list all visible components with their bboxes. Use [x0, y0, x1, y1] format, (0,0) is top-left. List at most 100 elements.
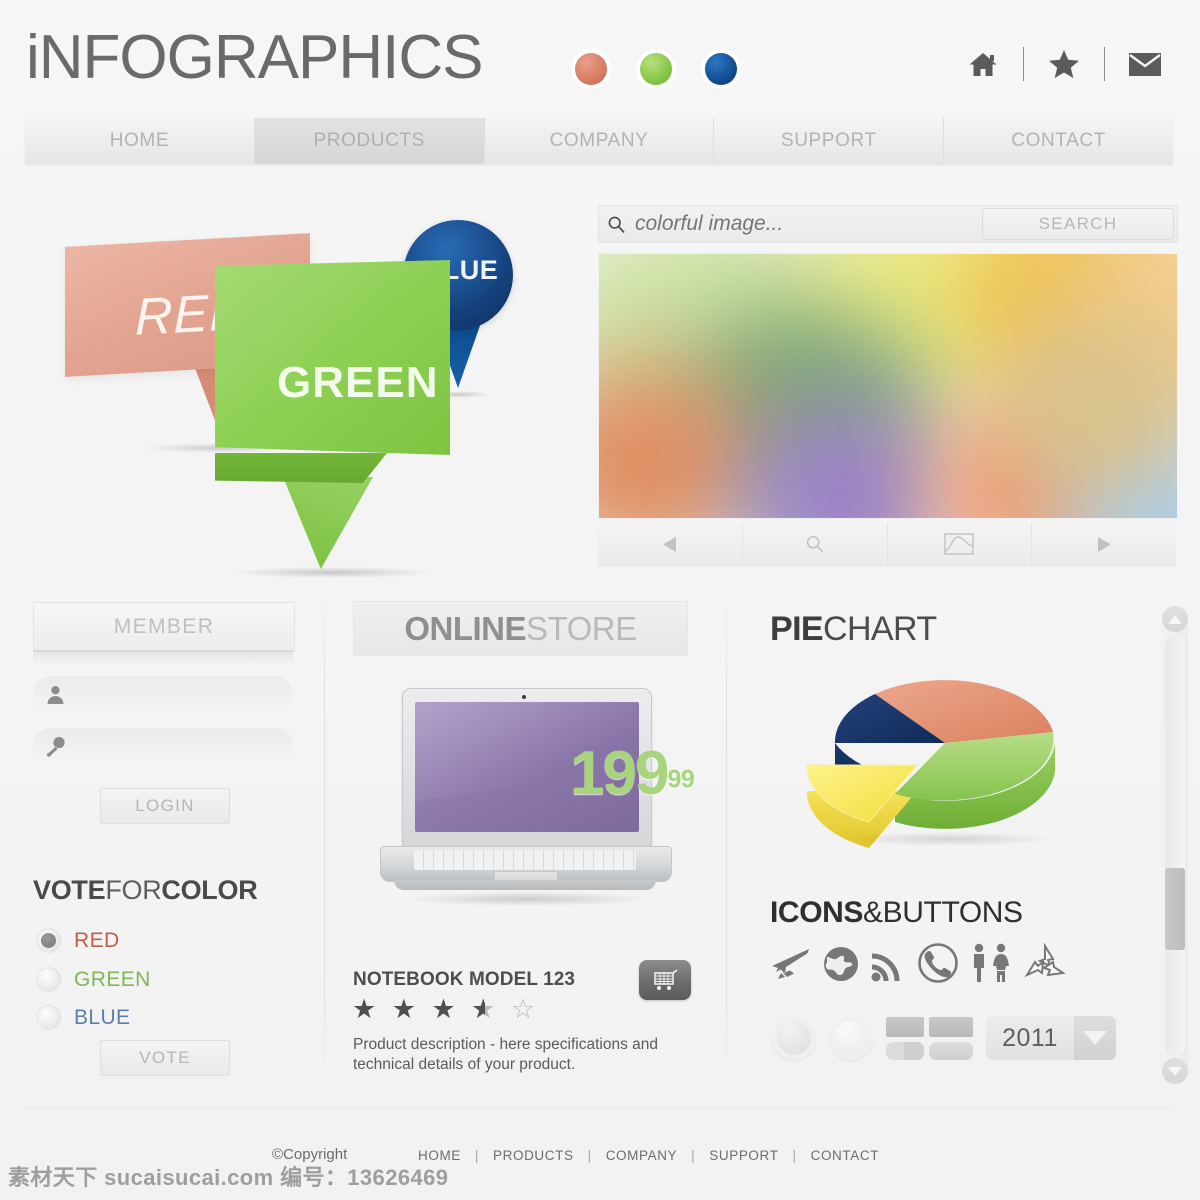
pie-chart-shadow: [845, 832, 1055, 846]
circle-button-1[interactable]: [772, 1016, 816, 1060]
footer-link-support[interactable]: SUPPORT: [709, 1148, 778, 1163]
password-field[interactable]: [33, 728, 293, 764]
footer-sep-2: |: [587, 1148, 592, 1163]
vote-title-part3: COLOR: [161, 875, 258, 905]
slider-controls: [598, 523, 1176, 566]
vote-button[interactable]: VOTE: [100, 1040, 230, 1076]
scroll-up-arrow[interactable]: [1162, 606, 1188, 632]
grid-button-group: [886, 1016, 973, 1060]
username-input[interactable]: [77, 684, 293, 704]
icons-title-regular: BUTTONS: [882, 896, 1023, 929]
page-root: iNFOGRAPHICS HOME PRODUCTS COMPANY SUPPO…: [0, 0, 1200, 1200]
price-cents: 99: [667, 765, 695, 794]
scrollbar-track[interactable]: [1165, 634, 1185, 1056]
slider-next-button[interactable]: [1032, 523, 1176, 565]
home-icon[interactable]: [960, 44, 1006, 84]
footer-link-company[interactable]: COMPANY: [606, 1148, 677, 1163]
icons-section-title: ICONS&BUTTONS: [770, 896, 1023, 930]
radio-red[interactable]: [36, 928, 61, 953]
site-header: iNFOGRAPHICS: [0, 0, 1200, 110]
globe-icon[interactable]: [821, 945, 861, 988]
vertical-scrollbar[interactable]: [1162, 606, 1188, 1084]
search-icon: [599, 216, 633, 233]
hero-section: RED BLUE GREEN SEARCH: [0, 175, 1200, 585]
main-nav: HOME PRODUCTS COMPANY SUPPORT CONTACT: [25, 118, 1173, 164]
vote-option-red[interactable]: RED: [36, 928, 120, 953]
half-star-icon: ★: [471, 995, 499, 1023]
search-bar: SEARCH: [598, 205, 1178, 243]
password-input[interactable]: [77, 736, 293, 756]
vote-title-part2: FOR: [105, 875, 162, 905]
footer-sep-1: |: [474, 1148, 480, 1163]
circle-button-2[interactable]: [829, 1016, 873, 1060]
chevron-down-icon[interactable]: [1074, 1016, 1116, 1060]
slider-prev-button[interactable]: [598, 523, 743, 565]
pie-chart[interactable]: [775, 650, 1115, 850]
wifi-icon[interactable]: [870, 947, 908, 988]
vote-label-red: RED: [74, 928, 120, 952]
user-icon: [33, 685, 77, 704]
product-rating[interactable]: ★ ★ ★ ★ ☆: [352, 995, 539, 1023]
green-ribbon-tail: [283, 477, 373, 569]
scroll-thumb[interactable]: [1165, 868, 1185, 950]
nav-item-support[interactable]: SUPPORT: [714, 118, 945, 164]
logo-text: NFOGRAPHICS: [38, 23, 484, 92]
color-ribbons: RED BLUE GREEN: [30, 215, 550, 578]
add-to-cart-button[interactable]: [639, 960, 691, 1000]
piechart-section-title: PIECHART: [770, 610, 937, 649]
blue-dot[interactable]: [705, 53, 737, 85]
nav-item-products[interactable]: PRODUCTS: [254, 118, 485, 164]
username-field[interactable]: [33, 676, 293, 712]
radio-blue[interactable]: [36, 1005, 61, 1030]
vote-option-green[interactable]: GREEN: [36, 967, 151, 992]
red-dot[interactable]: [575, 53, 607, 85]
member-panel-title: MEMBER: [33, 602, 295, 652]
color-dots: [575, 53, 737, 85]
slider-zoom-button[interactable]: [743, 523, 888, 565]
vote-option-blue[interactable]: BLUE: [36, 1005, 130, 1030]
watermark: 素材天下 sucaisucai.com 编号：13626469: [8, 1165, 449, 1190]
recycle-icon[interactable]: [1023, 942, 1067, 988]
nav-item-home[interactable]: HOME: [25, 118, 255, 164]
restroom-icon[interactable]: [968, 943, 1014, 988]
year-dropdown-value: 2011: [1002, 1023, 1058, 1052]
grid-button-3[interactable]: [886, 1041, 924, 1060]
green-ribbon-fold: [215, 453, 387, 483]
login-button[interactable]: LOGIN: [100, 788, 230, 824]
footer-link-contact[interactable]: CONTACT: [811, 1148, 879, 1163]
laptop-camera: [522, 695, 526, 699]
footer-divider: [25, 1108, 1173, 1109]
logo-prefix: i: [26, 23, 40, 92]
price-main: 199: [570, 739, 669, 808]
footer-link-products[interactable]: PRODUCTS: [493, 1148, 574, 1163]
slider-gallery-button[interactable]: [888, 523, 1033, 565]
star-icon[interactable]: [1041, 44, 1087, 84]
nav-item-contact[interactable]: CONTACT: [944, 118, 1173, 164]
footer-sep-3: |: [691, 1148, 696, 1163]
grid-button-4[interactable]: [929, 1041, 973, 1060]
airplane-icon[interactable]: [770, 945, 812, 988]
store-title-regular: STORE: [526, 609, 637, 647]
grid-button-1[interactable]: [886, 1016, 924, 1037]
hero-image[interactable]: [598, 253, 1178, 519]
column-divider-2: [726, 596, 727, 1084]
vote-label-green: GREEN: [74, 967, 151, 991]
scroll-down-arrow[interactable]: [1162, 1058, 1188, 1084]
store-title-bold: ONLINE: [404, 609, 527, 647]
header-icon-group: [960, 44, 1168, 84]
green-ribbon[interactable]: GREEN: [215, 260, 450, 455]
laptop-front-edge: [394, 880, 656, 890]
phone-icon[interactable]: [917, 943, 959, 988]
button-gallery: 2011: [772, 1016, 1116, 1060]
site-logo[interactable]: iNFOGRAPHICS: [26, 27, 483, 89]
search-input[interactable]: [633, 211, 982, 237]
nav-item-company[interactable]: COMPANY: [484, 118, 715, 164]
mail-icon[interactable]: [1122, 44, 1168, 84]
search-button[interactable]: SEARCH: [982, 208, 1174, 240]
year-dropdown[interactable]: 2011: [986, 1016, 1116, 1060]
vote-label-blue: BLUE: [74, 1005, 131, 1029]
radio-green[interactable]: [36, 967, 61, 992]
green-dot[interactable]: [640, 53, 672, 85]
grid-button-2[interactable]: [929, 1016, 973, 1037]
nav-underline: [25, 164, 1173, 166]
